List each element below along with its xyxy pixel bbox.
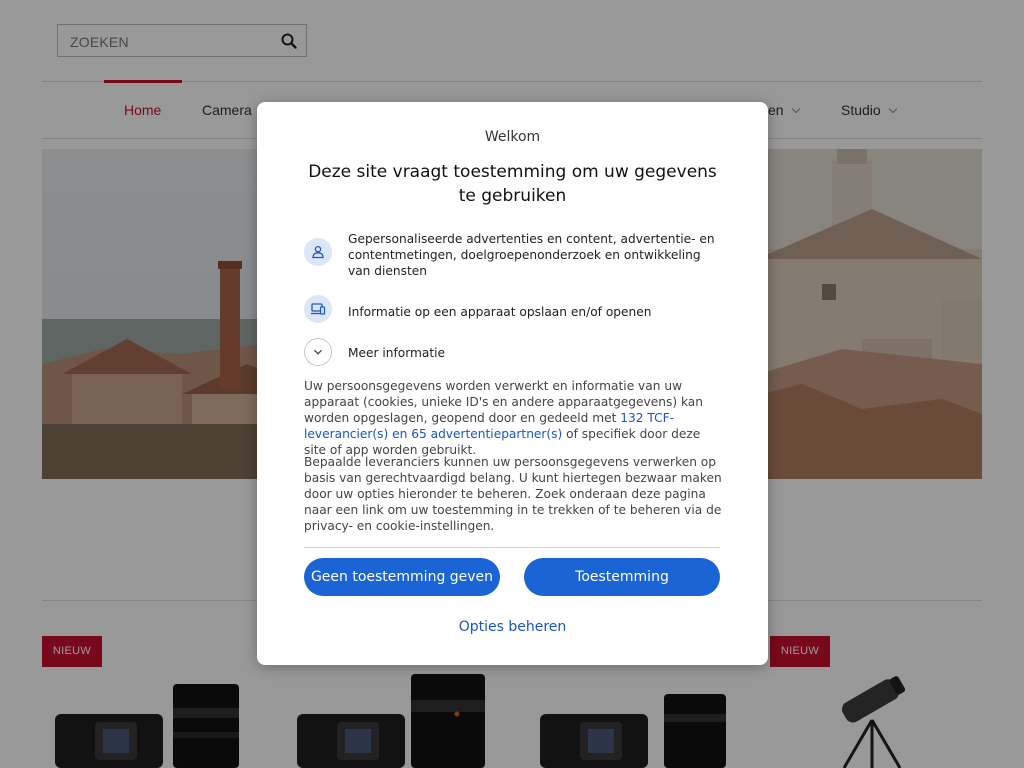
dialog-welcome: Welkom — [484, 129, 541, 145]
purpose-text: Gepersonaliseerde advertenties en conten… — [348, 232, 715, 278]
chevron-down-icon[interactable] — [304, 338, 332, 366]
devices-icon — [304, 295, 332, 323]
dialog-divider — [304, 547, 720, 548]
more-info-label: Meer informatie — [348, 346, 446, 360]
consent-dialog: Welkom Deze site vraagt toestemming om u… — [257, 102, 768, 665]
manage-options-link[interactable]: Opties beheren — [257, 619, 768, 635]
purpose-item: Gepersonaliseerde advertenties en conten… — [304, 232, 724, 286]
dialog-title: Deze site vraagt toestemming om uw gegev… — [308, 162, 717, 206]
decline-button[interactable]: Geen toestemming geven — [304, 558, 500, 596]
purpose-text: Informatie op een apparaat opslaan en/of… — [348, 305, 652, 319]
accept-button[interactable]: Toestemming — [524, 558, 720, 596]
consent-paragraph-2: Bepaalde leveranciers kunnen uw persoons… — [304, 455, 722, 533]
person-icon — [304, 238, 332, 266]
purpose-item: Informatie op een apparaat opslaan en/of… — [304, 295, 724, 325]
consent-paragraph-1: Uw persoonsgegevens worden verwerkt en i… — [304, 378, 724, 458]
more-info-toggle[interactable]: Meer informatie — [304, 338, 724, 368]
